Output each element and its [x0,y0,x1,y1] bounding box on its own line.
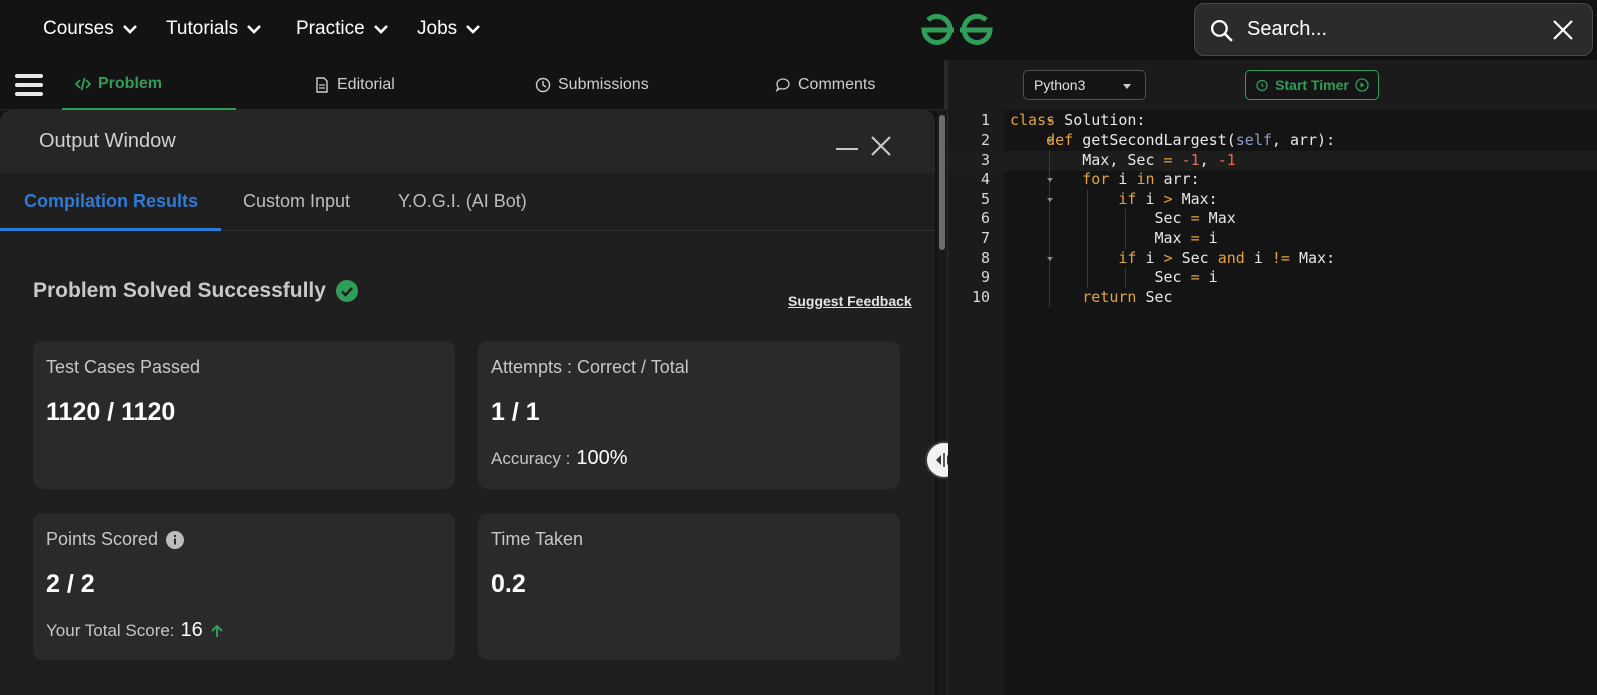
chevron-down-icon [122,25,137,34]
accuracy: Accuracy : 100% [491,447,628,470]
status-message: Problem Solved Successfully [33,279,358,303]
line-number: 10 [971,288,990,306]
card-time: Time Taken 0.2 [478,513,900,660]
nav-tutorials[interactable]: Tutorials [166,16,262,42]
info-icon[interactable] [166,530,185,549]
tab-submissions[interactable]: Submissions [535,60,649,110]
total-score-label: Your Total Score: [46,620,175,640]
active-tab-indicator [0,228,221,231]
status-text: Problem Solved Successfully [33,279,326,302]
search-icon [1210,19,1233,42]
accuracy-value: 100% [576,447,628,469]
start-timer-label: Start Timer [1275,77,1349,93]
line-number: 4 [980,170,990,188]
chevron-down-icon [466,25,481,34]
caret-down-icon [1123,84,1131,89]
minimize-icon[interactable] [836,148,858,150]
language-select[interactable]: Python3 [1023,70,1146,100]
nav-practice[interactable]: Practice [296,16,389,42]
line-number: 7 [980,229,990,247]
card-attempts: Attempts : Correct / Total 1 / 1 Accurac… [478,341,900,489]
output-window-header: Output Window [0,110,935,173]
code-line: Max = i [1010,229,1218,247]
code-line: Max, Sec = -1, -1 [1010,151,1236,169]
output-window-title: Output Window [39,130,176,152]
tab-editorial[interactable]: Editorial [314,60,395,110]
result-tabs: Compilation Results Custom Input Y.O.G.I… [0,173,935,231]
code-line: if i > Max: [1118,190,1218,208]
line-number: 5 [980,190,990,208]
card-value: 2 / 2 [46,570,95,598]
code-line: class Solution: [1010,111,1146,129]
chat-icon [775,78,790,93]
language-value: Python3 [1034,77,1086,93]
line-number: 3 [980,151,990,169]
tab-compilation-results[interactable]: Compilation Results [24,191,198,212]
nav-practice-label: Practice [296,18,365,39]
code-line: if i > Sec and i != Max: [1118,249,1336,267]
check-circle-icon [335,280,358,302]
problem-panel: Problem Editorial Submissions Comments O… [0,60,955,695]
tab-comments-label: Comments [798,76,876,93]
nav-courses-label: Courses [43,18,114,39]
tab-yogi-ai-bot[interactable]: Y.O.G.I. (AI Bot) [398,191,527,212]
code-line: Sec = i [1010,268,1218,286]
nav-tutorials-label: Tutorials [166,18,239,39]
nav-jobs-label: Jobs [417,18,458,39]
total-score: Your Total Score: 16 [46,619,225,642]
code-line: def getSecondLargest(self, arr): [1046,131,1336,149]
card-points: Points Scored 2 / 2 Your Total Score: 16 [33,513,455,660]
card-label: Time Taken [491,529,584,549]
output-window: Output Window Compilation Results Custom… [0,110,935,695]
alarm-icon [1256,79,1268,92]
nav-courses[interactable]: Courses [43,16,138,42]
code-icon [75,77,91,91]
chevron-down-icon [247,25,262,34]
code-line: for i in arr: [1082,170,1200,188]
line-number: 1 [980,111,990,129]
card-value: 1120 / 1120 [46,398,176,426]
tab-submissions-label: Submissions [558,76,649,93]
top-navbar: Courses Tutorials Practice Jobs Search..… [0,0,1597,60]
arrow-up-icon [211,624,223,637]
tab-comments[interactable]: Comments [775,60,875,110]
card-label-row: Points Scored [46,529,185,550]
close-icon[interactable] [870,135,892,157]
line-number: 8 [980,249,990,267]
card-label: Points Scored [46,529,159,549]
card-label: Attempts : Correct / Total [491,357,689,377]
search-input[interactable]: Search... [1247,18,1327,41]
search-bar[interactable]: Search... [1194,3,1593,56]
clock-icon [535,77,551,93]
suggest-feedback-link[interactable]: Suggest Feedback [788,293,912,309]
nav-jobs[interactable]: Jobs [417,16,481,42]
card-value: 0.2 [491,570,526,598]
line-number: 6 [980,209,990,227]
accuracy-label: Accuracy : [491,448,571,468]
menu-icon[interactable] [15,74,43,96]
document-icon [316,77,328,93]
start-timer-button[interactable]: Start Timer [1245,70,1379,100]
line-number: 9 [980,268,990,286]
card-test-cases: Test Cases Passed 1120 / 1120 [33,341,455,489]
total-score-value: 16 [180,619,203,641]
line-number: 2 [980,131,990,149]
tab-problem[interactable]: Problem [62,60,236,110]
gfg-logo[interactable] [918,10,996,50]
tab-editorial-label: Editorial [337,76,395,93]
close-icon[interactable] [1552,19,1574,41]
play-circle-icon [1355,78,1369,92]
code-line: Sec = Max [1010,209,1236,227]
tab-custom-input[interactable]: Custom Input [243,191,350,212]
card-value: 1 / 1 [491,398,540,426]
problem-tabbar: Problem Editorial Submissions Comments [0,60,955,110]
card-label: Test Cases Passed [46,357,201,377]
chevron-down-icon [373,25,388,34]
tab-problem-label: Problem [98,75,163,92]
code-line: return Sec [1082,288,1173,306]
